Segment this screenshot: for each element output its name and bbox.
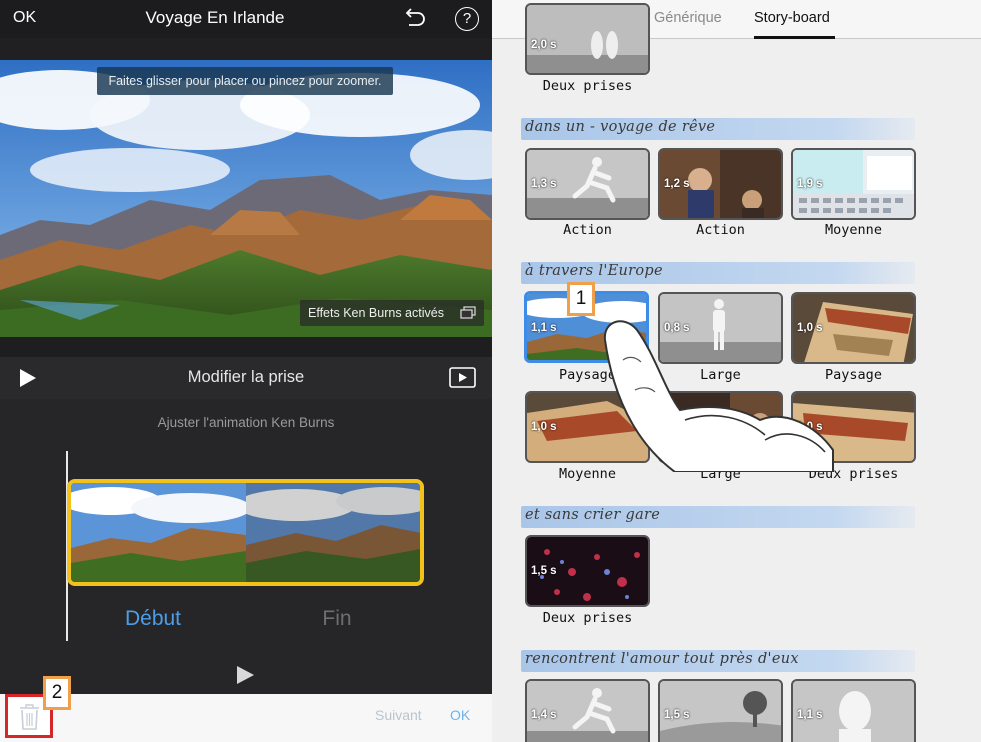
tile-duration: 1,2 s [664, 178, 690, 190]
start-frame[interactable] [71, 483, 246, 582]
start-button[interactable]: Début [93, 607, 213, 631]
tile-label: Deux prises [542, 610, 633, 626]
storyboard-tile[interactable]: 1,2 s [658, 148, 783, 220]
storyboard-tile[interactable]: 1,5 s [525, 535, 650, 607]
modify-title: Modifier la prise [187, 368, 305, 386]
preview-bottom-margin [0, 337, 492, 357]
next-button[interactable]: Suivant [375, 707, 422, 723]
play-icon[interactable] [234, 664, 256, 686]
tile-duration: 1,9 s [797, 178, 823, 190]
tile-duration: 1,5 s [531, 565, 557, 577]
storyboard-tile[interactable]: 1,1 s [791, 679, 916, 742]
tile-label: Moyenne [825, 222, 882, 238]
section-title: et sans crier gare [525, 507, 661, 523]
top-bar: OK Voyage En Irlande ? [0, 0, 492, 38]
project-title: Voyage En Irlande [145, 8, 285, 27]
video-preview[interactable]: Faites glisser pour placer ou pincez pou… [0, 60, 492, 337]
tile-duration: 1,5 s [664, 709, 690, 721]
clip-thumbnail-strip[interactable] [67, 479, 424, 586]
storyboard-section: et sans crier gare [521, 506, 915, 528]
ken-burns-label: Effets Ken Burns activés [308, 306, 444, 320]
tab-generique[interactable]: Générique [654, 10, 722, 26]
tile-duration: 2,0 s [531, 39, 557, 51]
step-callout-1: 1 [567, 282, 595, 316]
video-preview-icon[interactable] [449, 367, 476, 388]
end-button[interactable]: Fin [277, 607, 397, 631]
storyboard-section: dans un - voyage de rêve [521, 118, 915, 140]
step-callout-2: 2 [43, 676, 71, 710]
active-tab-indicator [754, 36, 835, 39]
clip-editor-panel: OK Voyage En Irlande ? Faites glisser po… [0, 0, 492, 742]
preview-top-margin [0, 38, 492, 60]
section-title: à travers l'Europe [525, 263, 663, 279]
finger-gesture-illustration [603, 320, 834, 472]
gesture-hint: Faites glisser pour placer ou pincez pou… [97, 67, 393, 95]
storyboard-tile[interactable]: 2,0 s [525, 3, 650, 75]
section-title: dans un - voyage de rêve [525, 119, 716, 135]
storyboard-section: rencontrent l'amour tout près d'eux [521, 650, 915, 672]
storyboard-section: à travers l'Europe [521, 262, 915, 284]
layers-icon [460, 306, 476, 319]
tile-duration: 1,1 s [797, 709, 823, 721]
app-root: OK Voyage En Irlande ? Faites glisser po… [0, 0, 981, 742]
undo-icon[interactable] [402, 7, 428, 31]
trash-icon [20, 704, 39, 730]
adjust-label: Ajuster l'animation Ken Burns [157, 415, 335, 430]
bottom-bar: Suivant OK [0, 694, 492, 742]
end-frame[interactable] [246, 483, 420, 582]
modify-bar: Modifier la prise [0, 357, 492, 399]
storyboard-tile[interactable]: 1,3 s [525, 148, 650, 220]
tile-duration: 1,0 s [531, 421, 557, 433]
tab-storyboard[interactable]: Story-board [754, 10, 830, 26]
tile-duration: 1,4 s [531, 709, 557, 721]
section-title: rencontrent l'amour tout près d'eux [525, 651, 799, 667]
tile-label: Action [563, 222, 612, 238]
storyboard-tile[interactable]: 1,4 s [525, 679, 650, 742]
help-icon[interactable]: ? [455, 7, 479, 31]
storyboard-tile[interactable]: 1,9 s [791, 148, 916, 220]
ken-burns-editor: Ajuster l'animation Ken Burns Début Fin [0, 399, 492, 694]
tile-label: Deux prises [542, 78, 633, 94]
landscape-image [0, 60, 492, 337]
tile-duration: 1,3 s [531, 178, 557, 190]
tile-label: Action [696, 222, 745, 238]
tile-duration: 1,1 s [531, 322, 557, 334]
storyboard-tile[interactable]: 1,5 s [658, 679, 783, 742]
done-button[interactable]: OK [450, 707, 470, 723]
ken-burns-badge[interactable]: Effets Ken Burns activés [300, 300, 484, 326]
